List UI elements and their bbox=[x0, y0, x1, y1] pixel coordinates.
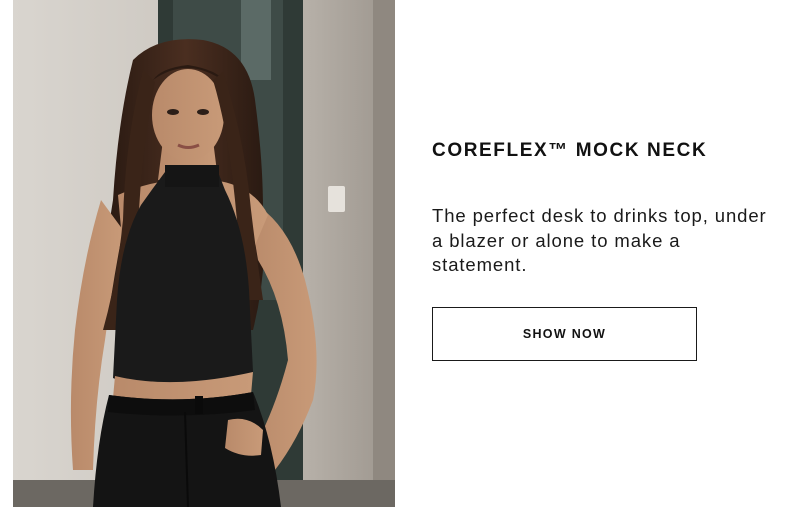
product-description: The perfect desk to drinks top, under a … bbox=[432, 205, 767, 275]
promo-banner: COREFLEX™ MOCK NECK The perfect desk to … bbox=[0, 0, 800, 522]
show-now-button[interactable]: SHOW NOW bbox=[432, 307, 697, 361]
product-photo bbox=[13, 0, 395, 507]
product-title: COREFLEX™ MOCK NECK bbox=[432, 140, 708, 161]
